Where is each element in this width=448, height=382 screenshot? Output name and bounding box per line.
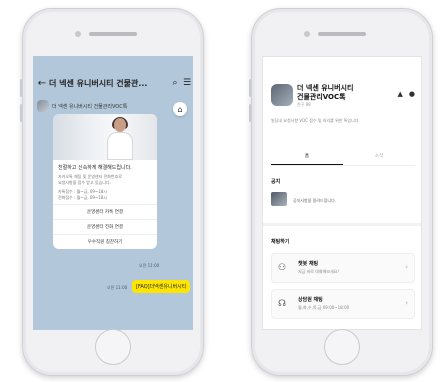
- chatbot-chat-title: 챗봇 채팅: [298, 261, 319, 267]
- friend-count: 친구 98: [297, 102, 311, 107]
- headset-icon: ☊: [278, 299, 286, 309]
- agent-photo: [107, 117, 133, 160]
- phone-connect-button[interactable]: 운영센터 전화 연결: [53, 219, 157, 234]
- chatbot-chat-subtitle: 지금 바로 대화해보세요!: [298, 269, 339, 274]
- agent-chat-item[interactable]: ☊ 상담원 채팅 월,화,수,목,금 09:00~18:00 ›: [271, 289, 415, 319]
- search-icon[interactable]: ⌕: [169, 78, 181, 88]
- volume-button: [20, 79, 22, 97]
- chevron-right-icon: ›: [405, 263, 408, 271]
- avatar[interactable]: [37, 100, 49, 112]
- home-button[interactable]: [95, 329, 131, 365]
- notice-section-title: 공지: [271, 179, 281, 185]
- volume-button: [249, 79, 251, 97]
- tab-divider: [271, 165, 415, 166]
- volume-button: [249, 104, 251, 122]
- praise-staff-button[interactable]: 우수직원 칭찬하기: [53, 234, 157, 249]
- card-hours-phone: 전화접수 : 월~금, 09~18시: [58, 195, 108, 200]
- profile-tabs: 홈 소식: [271, 153, 415, 165]
- chevron-right-icon: ›: [405, 299, 408, 307]
- front-camera: [304, 31, 310, 37]
- speaker-grille: [318, 32, 366, 36]
- agent-chat-title: 상담원 채팅: [298, 297, 323, 303]
- home-button[interactable]: [324, 329, 360, 365]
- chat-room-title: 더 넥센 유니버시티 건물관...: [49, 78, 148, 88]
- share-icon[interactable]: ▲: [398, 90, 403, 98]
- card-image: [53, 114, 157, 160]
- sender-name: 더 넥센 유니버시티 건물관리VOC톡: [52, 103, 128, 110]
- sender-row: 더 넥센 유니버시티 건물관리VOC톡: [37, 100, 127, 112]
- chat-topbar: ← 더 넥센 유니버시티 건물관... ⌕ ☰: [33, 74, 193, 92]
- phone-chat: ← 더 넥센 유니버시티 건물관... ⌕ ☰ 더 넥센 유니버시티 건물관리V…: [20, 8, 204, 376]
- front-camera: [75, 31, 81, 37]
- notice-thumbnail[interactable]: [271, 192, 287, 206]
- profile-screen: ▲ ● 더 넥센 유니버시티 건물관리VOC톡 친구 98 빌딩내 요청사항 V…: [262, 56, 422, 330]
- arrow-left-icon[interactable]: ←: [35, 78, 49, 89]
- tab-home[interactable]: 홈: [271, 153, 343, 165]
- volume-button: [20, 104, 22, 122]
- channel-description: 빌딩내 요청사항 VOC 접수 및 처리를 위한 톡입니다.: [271, 118, 360, 123]
- chat-screen: ← 더 넥센 유니버시티 건물관... ⌕ ☰ 더 넥센 유니버시티 건물관리V…: [33, 56, 193, 330]
- phone-profile: ▲ ● 더 넥센 유니버시티 건물관리VOC톡 친구 98 빌딩내 요청사항 V…: [249, 8, 433, 376]
- robot-icon: ⚇: [278, 263, 287, 273]
- notice-text[interactable]: 공지사항을 알려드립니다.: [293, 198, 336, 204]
- menu-icon[interactable]: ☰: [181, 78, 193, 88]
- chatbot-chat-item[interactable]: ⚇ 챗봇 채팅 지금 바로 대화해보세요! ›: [271, 253, 415, 283]
- kakao-connect-button[interactable]: 운영센터 카톡 연결: [53, 204, 157, 219]
- tab-news[interactable]: 소식: [343, 153, 415, 165]
- section-divider: [263, 223, 421, 226]
- card-greeting: 친절하고 신속하게 해결해드립니다.: [58, 165, 132, 171]
- message-time: 오전 11:00: [139, 263, 160, 268]
- chat-section-title: 채팅하기: [271, 239, 290, 245]
- agent-chat-subtitle: 월,화,수,목,금 09:00~18:00: [298, 305, 350, 310]
- faq-message-bubble[interactable]: [FAQ]더넥센유니버시티: [132, 280, 191, 293]
- home-icon[interactable]: ⌂: [173, 102, 187, 116]
- welcome-card: 친절하고 신속하게 해결해드립니다. 카카오톡 채팅 및 운영센터 전화번호로 …: [53, 114, 157, 249]
- channel-name-line2: 건물관리VOC톡: [297, 93, 346, 101]
- speaker-grille: [89, 32, 137, 36]
- message-time: 오전 11:00: [107, 285, 128, 290]
- chat-bubble-icon[interactable]: ●: [409, 90, 415, 98]
- channel-logo: [271, 84, 293, 106]
